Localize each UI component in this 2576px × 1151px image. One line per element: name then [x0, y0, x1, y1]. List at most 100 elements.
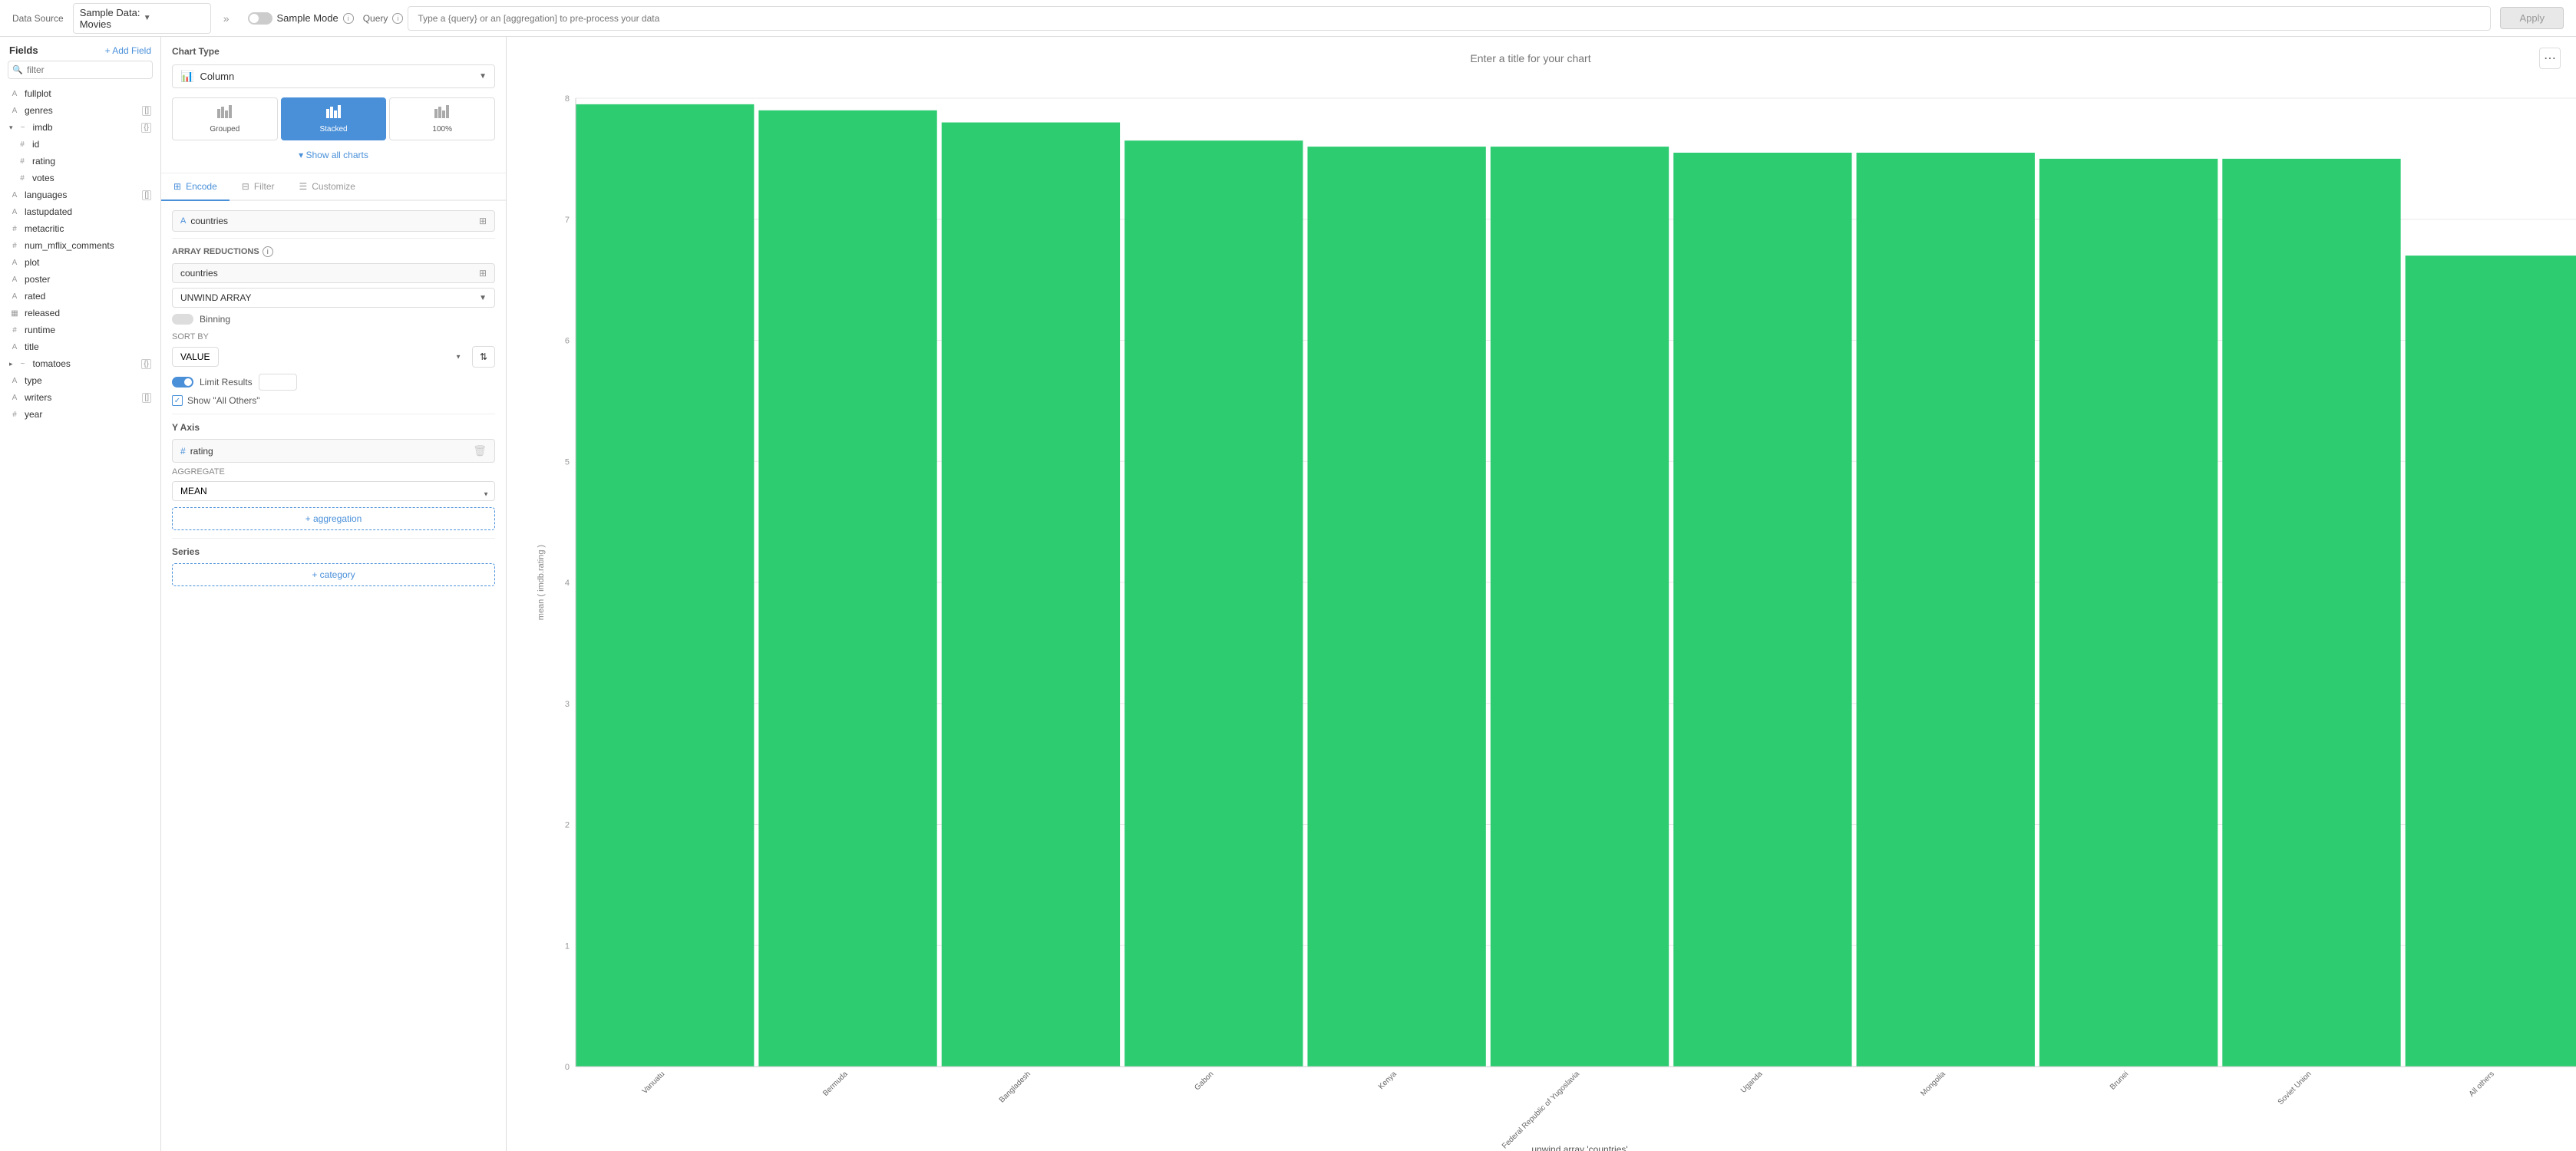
field-name: poster — [25, 274, 151, 285]
svg-text:Brunei: Brunei — [2109, 1070, 2130, 1091]
query-section: Query i — [363, 6, 2492, 31]
unwind-select[interactable]: UNWIND ARRAY ▼ — [172, 288, 495, 308]
show-all-charts-btn[interactable]: ▾ Show all charts — [172, 147, 495, 163]
svg-text:6: 6 — [565, 337, 570, 346]
field-item-lastupdated[interactable]: A lastupdated — [0, 203, 160, 220]
series-section: Series + category — [172, 538, 495, 586]
field-item-fullplot[interactable]: A fullplot — [0, 85, 160, 102]
field-item-metacritic[interactable]: # metacritic — [0, 220, 160, 237]
field-item-rating[interactable]: # rating — [0, 153, 160, 170]
x-field-action-icon[interactable]: ⊞ — [479, 216, 487, 226]
chart-more-button[interactable]: ⋯ — [2539, 48, 2561, 69]
y-field-type-icon: # — [180, 446, 186, 457]
field-item-released[interactable]: ▦ released — [0, 305, 160, 322]
y-field-delete-icon[interactable]: 🗑 — [473, 444, 487, 457]
y-axis-section: Y Axis # rating 🗑 AGGREGATE MEAN SUM COU… — [172, 414, 495, 530]
field-name: runtime — [25, 325, 151, 335]
svg-text:5: 5 — [565, 457, 570, 467]
chart-type-chevron-icon: ▼ — [479, 72, 487, 81]
tab-customize[interactable]: ☰ Customize — [287, 173, 368, 200]
datasource-chevron-icon: ▼ — [144, 14, 204, 22]
field-item-genres[interactable]: A genres [] — [0, 102, 160, 119]
y-field-box: # rating 🗑 — [172, 439, 495, 463]
field-name: writers — [25, 392, 137, 403]
svg-text:4: 4 — [565, 579, 570, 588]
datasource-label: Data Source — [12, 13, 64, 24]
variant-icon — [325, 104, 342, 122]
field-item-title[interactable]: A title — [0, 338, 160, 355]
chart-variant-stacked[interactable]: Stacked — [281, 97, 387, 140]
variant-label: 100% — [432, 125, 452, 134]
field-item-plot[interactable]: A plot — [0, 254, 160, 271]
tab-filter[interactable]: ⊟ Filter — [230, 173, 287, 200]
field-item-imdb[interactable]: ▾ ~ imdb {} — [0, 119, 160, 136]
sidebar: Fields + Add Field 🔍 A fullplot A genres… — [0, 37, 161, 1151]
svg-text:unwind array 'countries': unwind array 'countries' — [1531, 1144, 1627, 1151]
sample-mode-info-icon[interactable]: i — [343, 13, 354, 24]
sample-mode-toggle[interactable] — [248, 12, 272, 25]
chart-type-value: Column — [200, 71, 473, 82]
sort-select-wrapper: VALUE LABEL — [172, 347, 467, 367]
field-name: id — [32, 139, 151, 150]
chart-variant-100%[interactable]: 100% — [389, 97, 495, 140]
chart-title-input[interactable] — [522, 52, 2539, 64]
field-item-num_mflix_comments[interactable]: # num_mflix_comments — [0, 237, 160, 254]
checkmark-icon: ✓ — [174, 397, 180, 405]
field-type-icon: # — [9, 411, 20, 419]
field-name: tomatoes — [33, 358, 137, 369]
svg-text:8: 8 — [565, 94, 570, 104]
chart-container: 012345678mean ( imdb.rating )VanuatuBerm… — [507, 75, 2576, 1151]
query-info-icon[interactable]: i — [392, 13, 403, 24]
field-type-icon: # — [9, 242, 20, 250]
x-field-type-icon: A — [180, 216, 186, 226]
svg-text:Vanuatu: Vanuatu — [641, 1070, 667, 1096]
tab-encode[interactable]: ⊞ Encode — [161, 173, 230, 201]
svg-text:Federal Republic of Yugoslavia: Federal Republic of Yugoslavia — [1501, 1070, 1581, 1150]
array-field-action-icon[interactable]: ⊞ — [479, 268, 487, 279]
field-item-runtime[interactable]: # runtime — [0, 322, 160, 338]
sort-direction-button[interactable]: ⇅ — [472, 346, 495, 368]
field-item-rated[interactable]: A rated — [0, 288, 160, 305]
field-item-writers[interactable]: A writers [] — [0, 389, 160, 406]
field-item-type[interactable]: A type — [0, 372, 160, 389]
fields-search-input[interactable] — [8, 61, 153, 79]
encode-tabs: ⊞ Encode ⊟ Filter ☰ Customize — [161, 173, 506, 201]
limit-toggle[interactable] — [172, 377, 193, 388]
x-field-box: A countries ⊞ — [172, 210, 495, 232]
sample-mode-group: Sample Mode i — [248, 12, 354, 25]
aggregation-button[interactable]: + aggregation — [172, 507, 495, 530]
field-item-poster[interactable]: A poster — [0, 271, 160, 288]
search-icon: 🔍 — [12, 65, 23, 75]
apply-button[interactable]: Apply — [2500, 7, 2564, 29]
limit-input[interactable]: 10 — [259, 374, 297, 391]
field-item-languages[interactable]: A languages [] — [0, 186, 160, 203]
field-item-year[interactable]: # year — [0, 406, 160, 423]
show-others-checkbox[interactable]: ✓ — [172, 395, 183, 406]
variant-icon — [434, 104, 451, 122]
field-type-icon: A — [9, 191, 20, 200]
field-item-tomatoes[interactable]: ▸ ~ tomatoes {} — [0, 355, 160, 372]
sort-select[interactable]: VALUE LABEL — [172, 347, 219, 367]
sample-mode-label: Sample Mode — [277, 12, 339, 24]
field-item-id[interactable]: # id — [0, 136, 160, 153]
array-reductions-info-icon[interactable]: i — [263, 246, 273, 257]
chart-type-dropdown[interactable]: 📊 Column ▼ — [172, 64, 495, 88]
variant-label: Stacked — [319, 125, 347, 134]
datasource-dropdown[interactable]: Sample Data: Movies ▼ — [73, 3, 211, 34]
binning-toggle[interactable] — [172, 314, 193, 325]
category-button[interactable]: + category — [172, 563, 495, 586]
svg-text:7: 7 — [565, 216, 570, 225]
field-type-icon: # — [17, 174, 28, 183]
x-field-value: countries — [190, 216, 474, 226]
add-field-button[interactable]: + Add Field — [105, 45, 151, 56]
query-input[interactable] — [408, 6, 2491, 31]
field-name: year — [25, 409, 151, 420]
svg-text:Kenya: Kenya — [1377, 1070, 1399, 1091]
field-type-icon: ▦ — [9, 309, 20, 318]
chart-svg-inner: 012345678mean ( imdb.rating )VanuatuBerm… — [530, 83, 2576, 1151]
series-title: Series — [172, 546, 495, 557]
svg-text:Uganda: Uganda — [1739, 1070, 1765, 1095]
field-item-votes[interactable]: # votes — [0, 170, 160, 186]
aggregate-select[interactable]: MEAN SUM COUNT MIN MAX — [172, 481, 495, 501]
chart-variant-grouped[interactable]: Grouped — [172, 97, 278, 140]
